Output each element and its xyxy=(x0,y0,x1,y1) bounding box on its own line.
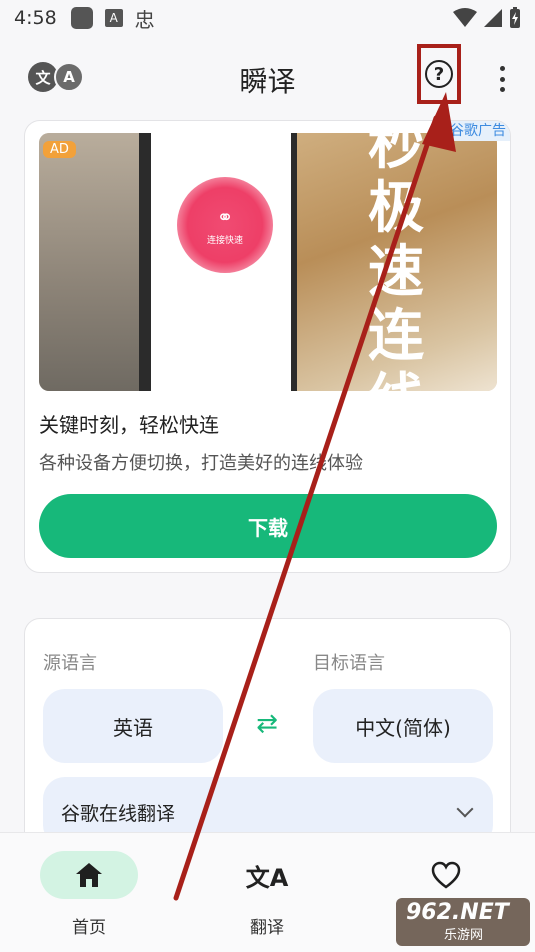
ad-photo-left xyxy=(39,133,139,391)
watermark-line1: 962.NET xyxy=(406,900,509,925)
connect-ring: ⚭ 连接快速 xyxy=(177,177,273,273)
ad-badge: AD xyxy=(43,141,76,158)
help-highlight-box: ? xyxy=(417,44,461,104)
wifi-icon xyxy=(453,8,477,27)
app-bar: 文 A 瞬译 ? xyxy=(0,44,535,110)
ad-image[interactable]: ⚭ 连接快速 秒极速连线 AD xyxy=(39,133,497,391)
swap-icon[interactable]: ⇄ xyxy=(247,709,287,739)
help-glyph: ? xyxy=(433,63,445,85)
battery-icon xyxy=(510,7,520,28)
home-icon xyxy=(76,863,102,887)
watermark: 962.NET 乐游网 xyxy=(396,898,530,946)
engine-label: 谷歌在线翻译 xyxy=(61,802,176,825)
translate-icon: 文A xyxy=(245,863,289,892)
notification-square-icon xyxy=(70,7,93,29)
nav-translate-label: 翻译 xyxy=(250,918,284,938)
target-language-button[interactable]: 中文(简体) xyxy=(313,689,493,763)
status-right xyxy=(453,7,521,29)
bug-icon: 忠 xyxy=(134,7,155,32)
ad-big-text: 秒极速连线 xyxy=(368,133,424,391)
chevron-down-icon xyxy=(456,800,474,818)
heart-icon xyxy=(431,861,461,889)
download-button[interactable]: 下载 xyxy=(39,494,497,558)
a-notification-icon: A xyxy=(104,9,123,27)
ad-phone-frame xyxy=(139,133,151,391)
status-time: 4:58 xyxy=(14,7,57,29)
more-options-icon[interactable] xyxy=(495,66,509,92)
nav-home[interactable]: 首页 xyxy=(19,833,159,952)
nav-translate-pill: 文A xyxy=(218,851,316,899)
source-language-label: 源语言 xyxy=(43,653,97,674)
ring-label: 连接快速 xyxy=(206,235,243,246)
nav-favorites-pill xyxy=(397,851,495,899)
ad-description: 各种设备方便切换，打造美好的连线体验 xyxy=(39,453,363,474)
status-bar: 4:58 A 忠 xyxy=(0,0,535,36)
nav-translate[interactable]: 文A 翻译 xyxy=(197,833,337,952)
ad-card[interactable]: ⚭ 连接快速 秒极速连线 AD 谷歌广告 关键时刻，轻松快连 各种设备方便切换，… xyxy=(24,120,511,573)
watermark-line2: 乐游网 xyxy=(444,928,484,943)
ad-title: 关键时刻，轻松快连 xyxy=(39,413,219,437)
source-language-button[interactable]: 英语 xyxy=(43,689,223,763)
nav-home-label: 首页 xyxy=(72,918,106,938)
link-icon: ⚭ xyxy=(216,204,234,229)
help-icon[interactable]: ? xyxy=(425,60,453,88)
signal-icon xyxy=(484,9,502,27)
target-language-label: 目标语言 xyxy=(313,653,385,674)
ad-source-label: 谷歌广告 xyxy=(446,121,510,141)
nav-home-pill xyxy=(40,851,138,899)
